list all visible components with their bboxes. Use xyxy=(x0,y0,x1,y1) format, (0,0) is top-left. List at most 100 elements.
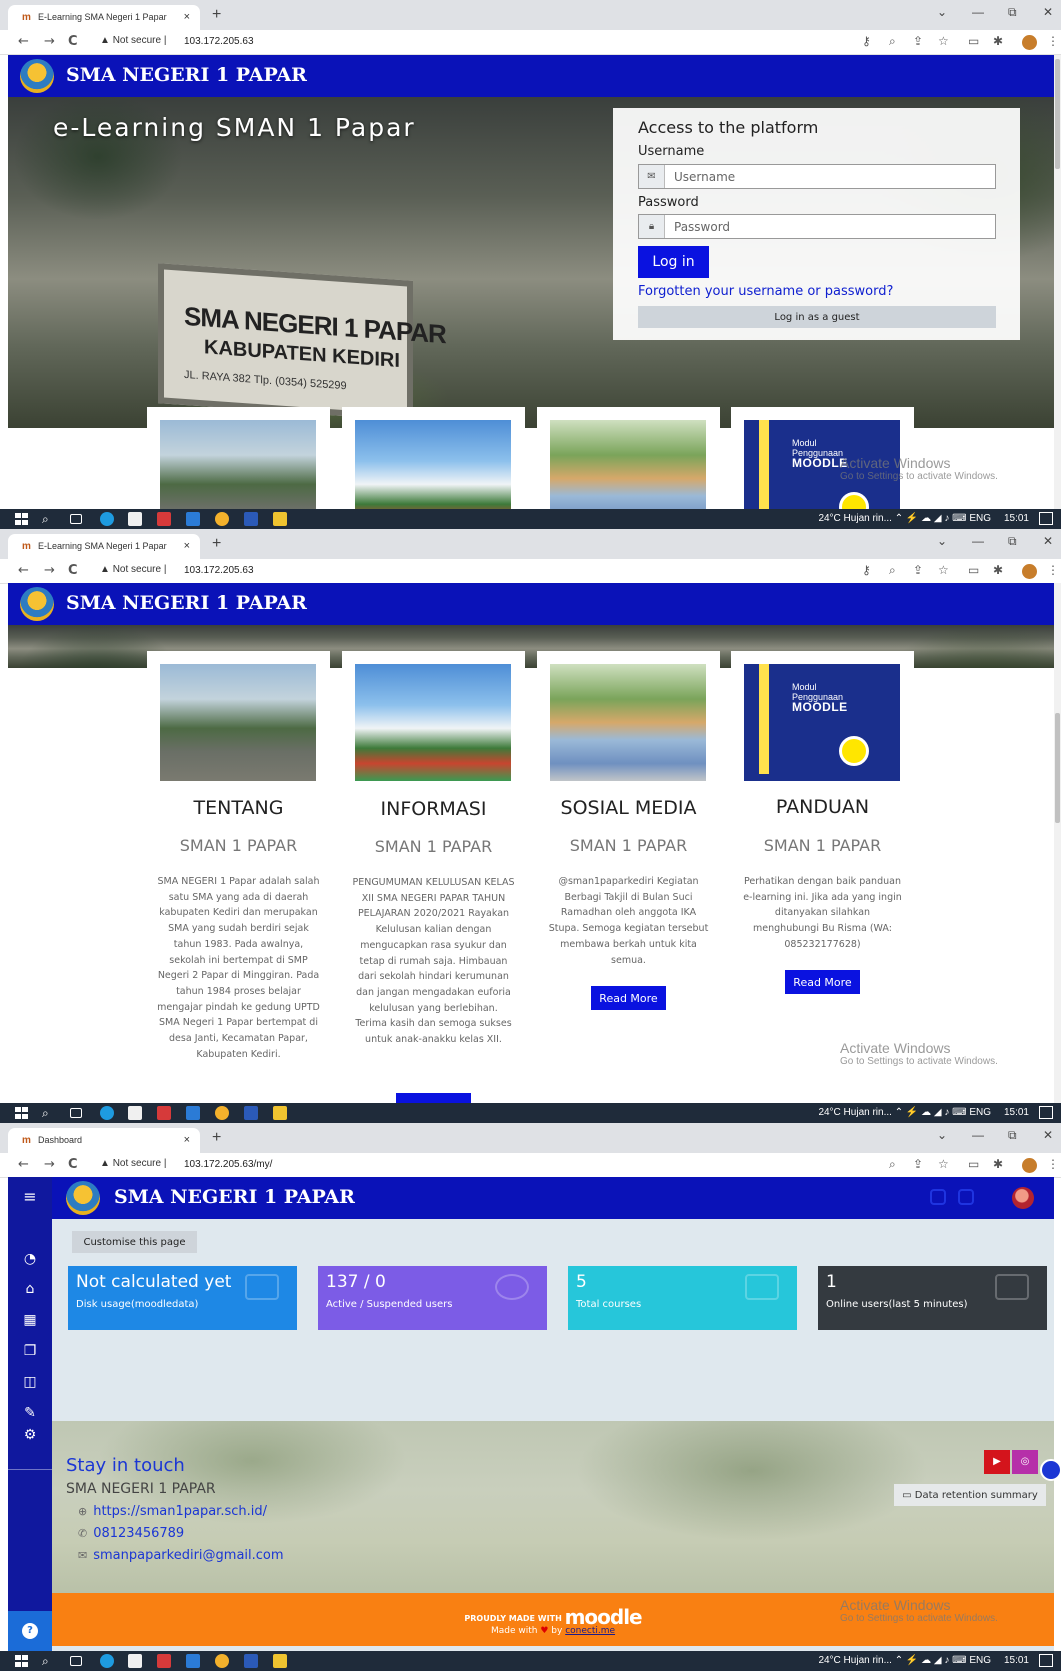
key-icon[interactable]: ⚷ xyxy=(862,563,871,577)
clock[interactable]: 15:01 xyxy=(1004,1655,1029,1666)
messages-icon[interactable] xyxy=(958,1189,974,1205)
stat-courses[interactable]: 5 Total courses xyxy=(568,1266,797,1330)
dashboard-icon[interactable]: ◔ xyxy=(20,1249,40,1269)
tab-close-icon[interactable]: × xyxy=(184,11,190,23)
restore-button[interactable]: ⧉ xyxy=(1008,5,1017,20)
scrollbar-thumb[interactable] xyxy=(1055,713,1060,823)
windows-start-icon[interactable] xyxy=(15,1107,28,1119)
forward-button[interactable]: → xyxy=(44,563,55,578)
app-red-icon[interactable] xyxy=(157,1106,171,1120)
edge-icon[interactable] xyxy=(100,512,114,526)
files-icon[interactable]: ❐ xyxy=(20,1341,40,1361)
menu-icon[interactable]: ⋮ xyxy=(1047,563,1059,577)
forward-button[interactable]: → xyxy=(44,34,55,49)
bookmark-star-icon[interactable]: ☆ xyxy=(938,1157,949,1171)
youtube-icon[interactable]: ▶ xyxy=(984,1450,1010,1474)
scrollbar-thumb[interactable] xyxy=(1055,59,1060,169)
zoom-icon[interactable]: ⌕ xyxy=(889,34,896,49)
app-red-icon[interactable] xyxy=(157,512,171,526)
system-tray[interactable]: 24°C Hujan rin... ⌃ ⚡ ☁ ◢ ♪ ⌨ ENG xyxy=(818,1107,991,1118)
search-icon[interactable]: ⌕ xyxy=(42,1106,56,1120)
notification-icon[interactable] xyxy=(1039,1106,1053,1119)
mail-icon[interactable] xyxy=(186,1106,200,1120)
menu-icon[interactable]: ⋮ xyxy=(1047,34,1059,48)
browser-tab[interactable]: m E-Learning SMA Negeri 1 Papar × xyxy=(8,5,200,30)
calendar-icon[interactable]: ▦ xyxy=(20,1310,40,1330)
close-window-button[interactable]: ✕ xyxy=(1043,534,1053,548)
reading-list-icon[interactable]: ▭ xyxy=(968,1157,979,1171)
system-tray[interactable]: 24°C Hujan rin... ⌃ ⚡ ☁ ◢ ♪ ⌨ ENG xyxy=(818,513,991,524)
page-scrollbar[interactable] xyxy=(1054,55,1061,509)
stat-users[interactable]: 137 / 0 Active / Suspended users xyxy=(318,1266,547,1330)
zoom-icon[interactable]: ⌕ xyxy=(889,1157,896,1172)
word-icon[interactable] xyxy=(244,1654,258,1668)
system-tray[interactable]: 24°C Hujan rin... ⌃ ⚡ ☁ ◢ ♪ ⌨ ENG xyxy=(818,1655,991,1666)
edge-icon[interactable] xyxy=(100,1106,114,1120)
windows-start-icon[interactable] xyxy=(15,513,28,525)
chrome-icon[interactable] xyxy=(215,1106,229,1120)
minimize-button[interactable]: — xyxy=(972,534,984,548)
url-text[interactable]: 103.172.205.63 xyxy=(184,36,254,47)
profile-avatar[interactable] xyxy=(1022,1158,1037,1173)
minimize-button[interactable]: — xyxy=(972,5,984,19)
profile-avatar[interactable] xyxy=(1022,564,1037,579)
profile-avatar[interactable] xyxy=(1022,35,1037,50)
minimize-button[interactable]: — xyxy=(972,1128,984,1142)
clock[interactable]: 15:01 xyxy=(1004,1107,1029,1118)
search-icon[interactable]: ⌕ xyxy=(42,512,56,526)
username-input[interactable] xyxy=(666,165,994,188)
site-name[interactable]: SMA NEGERI 1 PAPAR xyxy=(66,592,307,614)
restore-button[interactable]: ⧉ xyxy=(1008,534,1017,549)
notifications-icon[interactable] xyxy=(930,1189,946,1205)
not-secure-indicator[interactable]: ▲ Not secure | xyxy=(100,35,166,46)
phone-link[interactable]: ✆ 08123456789 xyxy=(78,1526,184,1541)
school-logo[interactable] xyxy=(20,587,54,621)
read-more-button[interactable]: Read More xyxy=(591,986,666,1010)
close-window-button[interactable]: ✕ xyxy=(1043,1128,1053,1142)
clock[interactable]: 15:01 xyxy=(1004,513,1029,524)
bookmark-star-icon[interactable]: ☆ xyxy=(938,34,949,48)
extensions-icon[interactable]: ✱ xyxy=(993,563,1003,577)
windows-start-icon[interactable] xyxy=(15,1655,28,1667)
new-tab-button[interactable]: + xyxy=(212,1129,221,1147)
page-scrollbar[interactable] xyxy=(1054,583,1061,1103)
explorer-icon[interactable] xyxy=(273,1654,287,1668)
email-link[interactable]: ✉ smanpaparkediri@gmail.com xyxy=(78,1548,284,1563)
notification-icon[interactable] xyxy=(1039,512,1053,525)
menu-icon[interactable]: ⋮ xyxy=(1047,1157,1059,1171)
task-view-icon[interactable] xyxy=(70,514,82,524)
browser-tab[interactable]: m Dashboard × xyxy=(8,1128,200,1153)
reload-button[interactable]: C xyxy=(68,1157,78,1172)
url-text[interactable]: 103.172.205.63 xyxy=(184,565,254,576)
site-name[interactable]: SMA NEGERI 1 PAPAR xyxy=(66,64,307,86)
restore-button[interactable]: ⧉ xyxy=(1008,1128,1017,1143)
reload-button[interactable]: C xyxy=(68,34,78,49)
extensions-icon[interactable]: ✱ xyxy=(993,34,1003,48)
close-window-button[interactable]: ✕ xyxy=(1043,5,1053,19)
search-icon[interactable]: ⌕ xyxy=(42,1654,56,1668)
forward-button[interactable]: → xyxy=(44,1157,55,1172)
hamburger-menu-icon[interactable]: ≡ xyxy=(20,1187,40,1207)
notification-icon[interactable] xyxy=(1039,1654,1053,1667)
site-name[interactable]: SMA NEGERI 1 PAPAR xyxy=(114,1186,355,1208)
read-more-button[interactable] xyxy=(396,1093,471,1103)
explorer-icon[interactable] xyxy=(273,512,287,526)
share-icon[interactable]: ⇪ xyxy=(913,563,923,577)
reading-list-icon[interactable]: ▭ xyxy=(968,34,979,48)
task-view-icon[interactable] xyxy=(70,1656,82,1666)
content-bank-icon[interactable]: ◫ xyxy=(20,1372,40,1392)
mail-icon[interactable] xyxy=(186,512,200,526)
customise-page-button[interactable]: Customise this page xyxy=(72,1231,197,1253)
back-button[interactable]: ← xyxy=(18,563,29,578)
read-more-button[interactable]: Read More xyxy=(785,970,860,994)
zoom-icon[interactable]: ⌕ xyxy=(889,563,896,578)
help-button[interactable]: ? xyxy=(8,1611,52,1651)
website-link[interactable]: ⊕ https://sman1papar.sch.id/ xyxy=(78,1504,267,1519)
conectime-link[interactable]: conecti.me xyxy=(565,1626,615,1636)
url-text[interactable]: 103.172.205.63/my/ xyxy=(184,1159,272,1170)
tab-list-icon[interactable]: ⌄ xyxy=(937,1128,947,1142)
tab-list-icon[interactable]: ⌄ xyxy=(937,5,947,19)
password-input[interactable] xyxy=(666,215,994,238)
drawer-toggle-button[interactable] xyxy=(1040,1459,1061,1481)
new-tab-button[interactable]: + xyxy=(212,6,221,24)
